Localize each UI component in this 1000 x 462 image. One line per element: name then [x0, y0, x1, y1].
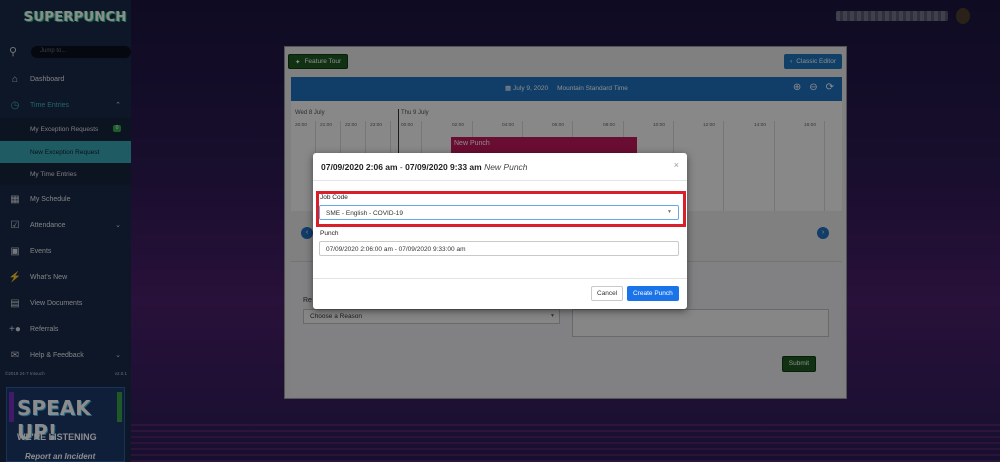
- job-code-select[interactable]: SME - English - COVID-19 ▼: [319, 205, 679, 220]
- new-punch-modal: 07/09/2020 2:06 am - 07/09/2020 9:33 am …: [313, 153, 687, 309]
- cancel-button[interactable]: Cancel: [591, 286, 624, 301]
- punch-end: 07/09/2020 9:33 am: [405, 162, 482, 172]
- punch-label: Punch: [320, 230, 339, 237]
- divider: [313, 180, 687, 181]
- punch-range-value: 07/09/2020 2:06:00 am - 07/09/2020 9:33:…: [326, 245, 466, 253]
- range-separator: -: [397, 162, 406, 172]
- punch-range-input[interactable]: 07/09/2020 2:06:00 am - 07/09/2020 9:33:…: [319, 241, 679, 256]
- chevron-down-icon: ▼: [667, 209, 672, 215]
- job-code-label: Job Code: [320, 194, 348, 201]
- create-punch-button[interactable]: Create Punch: [627, 286, 679, 301]
- modal-subtitle: New Punch: [484, 162, 528, 172]
- punch-start: 07/09/2020 2:06 am: [321, 162, 398, 172]
- divider: [313, 278, 687, 279]
- close-icon[interactable]: ×: [674, 160, 679, 170]
- job-code-value: SME - English - COVID-19: [326, 209, 403, 217]
- modal-title: 07/09/2020 2:06 am - 07/09/2020 9:33 am …: [321, 162, 528, 172]
